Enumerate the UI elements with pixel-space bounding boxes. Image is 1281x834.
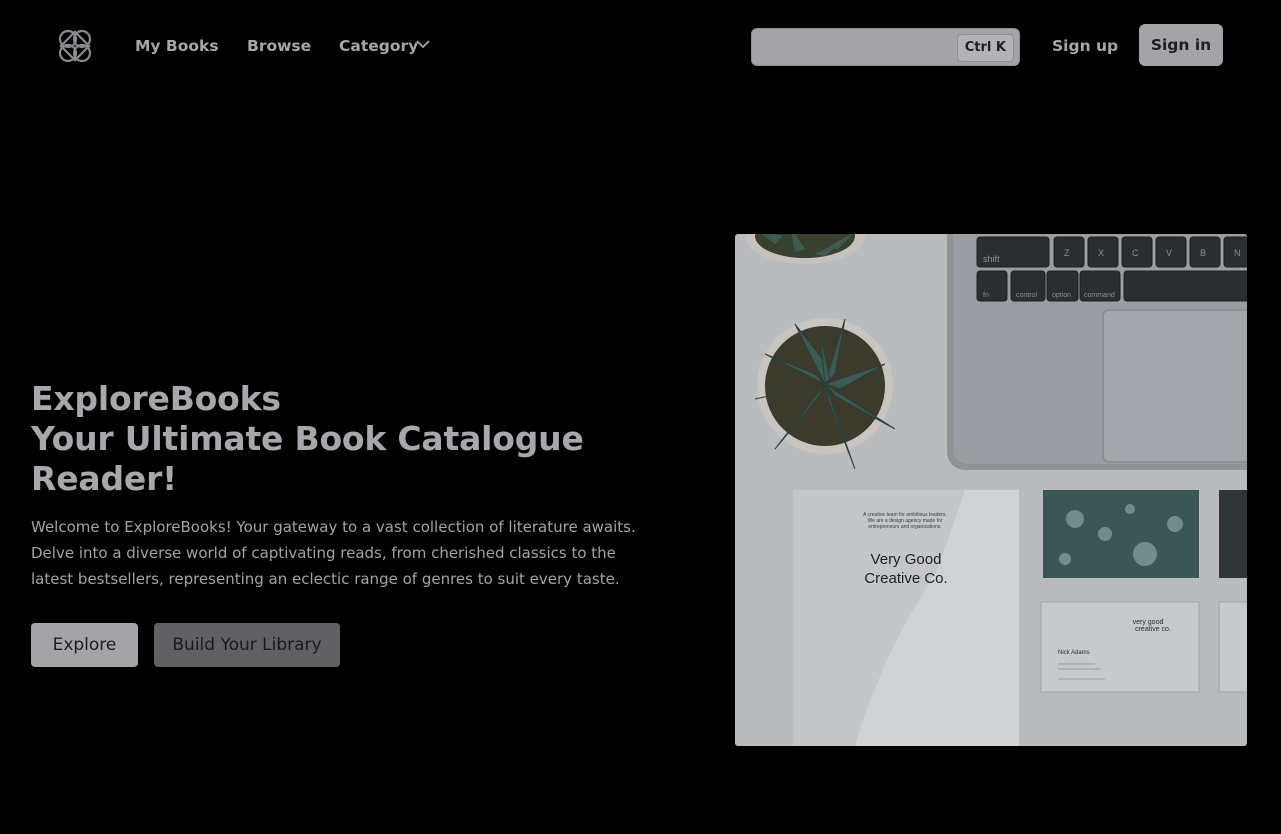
build-library-button[interactable]: Build Your Library xyxy=(154,623,340,667)
hero-title-line: Reader! xyxy=(31,459,177,498)
business-card-brand: very good xyxy=(1133,619,1164,626)
key-label: C xyxy=(1132,248,1139,258)
key-label: N xyxy=(1234,248,1241,258)
logo-icon[interactable] xyxy=(56,27,94,65)
card-tagline-line: entrepreneurs and organizations. xyxy=(868,524,941,530)
search-box[interactable]: Ctrl K xyxy=(751,28,1020,66)
key-label: V xyxy=(1166,248,1172,258)
signup-link[interactable]: Sign up xyxy=(1052,36,1118,56)
key-label: Z xyxy=(1064,248,1070,258)
explore-button[interactable]: Explore xyxy=(31,623,138,667)
key-label: shift xyxy=(983,254,1000,264)
search-input[interactable] xyxy=(752,29,957,65)
key-label: command xyxy=(1084,292,1115,299)
business-card-name: Nick Adams xyxy=(1058,650,1090,656)
nav-browse[interactable]: Browse xyxy=(247,36,311,56)
hero-title-line: ExploreBooks xyxy=(31,379,281,418)
business-card-brand: creative co. xyxy=(1135,626,1171,633)
search-shortcut-badge: Ctrl K xyxy=(956,34,1014,62)
key-label: X xyxy=(1098,248,1104,258)
card-title-line: Very Good xyxy=(871,551,942,568)
card-title-line: Creative Co. xyxy=(864,570,947,587)
hero-image: shift Z X C V B N fn control option comm… xyxy=(735,234,1247,746)
nav-category[interactable]: Category xyxy=(339,36,418,56)
key-label: option xyxy=(1052,292,1071,299)
chevron-down-icon[interactable] xyxy=(416,39,430,49)
key-label: fn xyxy=(983,292,989,299)
hero-title-line: Your Ultimate Book Catalogue xyxy=(31,419,584,458)
key-label: control xyxy=(1016,292,1037,299)
key-label: B xyxy=(1200,248,1206,258)
hero-title: ExploreBooks Your Ultimate Book Catalogu… xyxy=(31,379,671,499)
hero-description: Welcome to ExploreBooks! Your gateway to… xyxy=(31,518,636,588)
nav-my-books[interactable]: My Books xyxy=(135,36,219,56)
signin-button[interactable]: Sign in xyxy=(1139,24,1223,66)
